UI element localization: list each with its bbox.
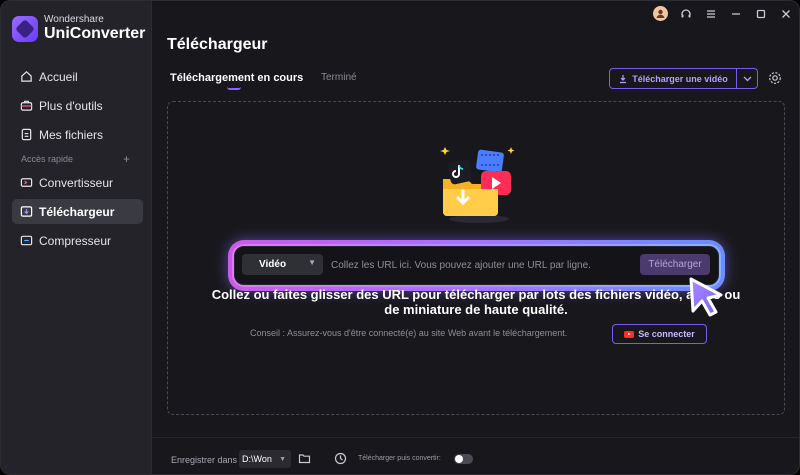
add-quick-access-button[interactable]: + (123, 152, 130, 166)
home-icon (21, 71, 32, 82)
url-bar: Vidéo ▼ Télécharger (234, 246, 719, 285)
sidebar-item-label: Mes fichiers (39, 127, 104, 142)
chevron-down-icon: ▼ (279, 455, 286, 463)
download-button[interactable]: Télécharger (640, 254, 710, 275)
sidebar-item-accueil[interactable]: Accueil (12, 64, 143, 89)
footer-divider (152, 437, 799, 438)
save-path-value: D:\Won (242, 454, 272, 464)
sidebar-item-plus-outils[interactable]: Plus d'outils (12, 93, 143, 118)
login-tip: Conseil : Assurez-vous d'être connecté(e… (250, 328, 568, 338)
files-icon (21, 128, 32, 141)
brand: Wondershare UniConverter (12, 14, 145, 43)
download-video-button-group: Télécharger une vidéo (609, 68, 758, 89)
compress-icon (20, 235, 33, 246)
connect-button[interactable]: Se connecter (612, 324, 707, 344)
url-bar-border: Vidéo ▼ Télécharger (232, 244, 721, 287)
save-location-label: Enregistrer dans (171, 455, 238, 465)
connect-label: Se connecter (638, 329, 695, 339)
sidebar-item-label: Accueil (39, 69, 78, 84)
gear-icon[interactable] (768, 71, 782, 85)
avatar[interactable] (653, 6, 668, 21)
downloader-illustration-icon (440, 147, 515, 223)
media-type-value: Vidéo (259, 259, 287, 270)
download-arrow-icon (620, 74, 627, 83)
download-video-label: Télécharger une vidéo (632, 73, 728, 84)
pointer-cursor-icon (689, 277, 723, 317)
sidebar-item-telechargeur[interactable]: Téléchargeur (12, 199, 143, 224)
headset-icon[interactable] (678, 6, 693, 21)
folder-icon[interactable] (298, 452, 311, 465)
download-video-button[interactable]: Télécharger une vidéo (610, 69, 737, 88)
tab-finished[interactable]: Terminé (321, 72, 357, 83)
convert-toggle[interactable] (454, 454, 473, 464)
toolbox-icon (20, 100, 33, 111)
sidebar-item-mes-fichiers[interactable]: Mes fichiers (12, 122, 143, 147)
window-controls (653, 6, 793, 21)
brand-company: Wondershare (44, 14, 104, 25)
chevron-down-icon (743, 76, 751, 81)
chevron-down-icon: ▼ (308, 258, 316, 267)
app-window: Wondershare UniConverter Accueil Plus d'… (0, 0, 800, 475)
media-type-select[interactable]: Vidéo ▼ (242, 254, 323, 275)
close-icon[interactable] (778, 6, 793, 21)
brand-name: UniConverter (44, 25, 146, 42)
download-then-convert-label: Télécharger puis convertir: (358, 455, 441, 462)
sidebar-item-label: Compresseur (39, 233, 112, 248)
download-options-dropdown[interactable] (737, 76, 757, 82)
page-title: Téléchargeur (167, 36, 268, 53)
menu-icon[interactable] (703, 6, 718, 21)
sidebar-item-label: Plus d'outils (39, 98, 103, 113)
uniconverter-logo-icon (12, 15, 38, 42)
maximize-icon[interactable] (753, 6, 768, 21)
sidebar-item-convertisseur[interactable]: Convertisseur (12, 170, 143, 195)
active-tab-indicator (227, 87, 241, 90)
youtube-icon (624, 330, 635, 338)
save-path-select[interactable]: D:\Won ▼ (239, 450, 291, 468)
clock-icon[interactable] (334, 452, 347, 465)
sidebar-item-compresseur[interactable]: Compresseur (12, 228, 143, 253)
convert-icon (20, 178, 33, 187)
tab-downloading[interactable]: Téléchargement en cours (170, 72, 303, 84)
sidebar-item-label: Téléchargeur (39, 204, 115, 219)
sidebar: Wondershare UniConverter Accueil Plus d'… (1, 1, 152, 474)
url-input[interactable] (331, 255, 631, 275)
download-icon (20, 206, 33, 217)
url-bar-glow: Vidéo ▼ Télécharger (228, 240, 725, 291)
minimize-icon[interactable] (728, 6, 743, 21)
quick-access-label: Accès rapide (21, 154, 74, 164)
sidebar-item-label: Convertisseur (39, 175, 114, 190)
